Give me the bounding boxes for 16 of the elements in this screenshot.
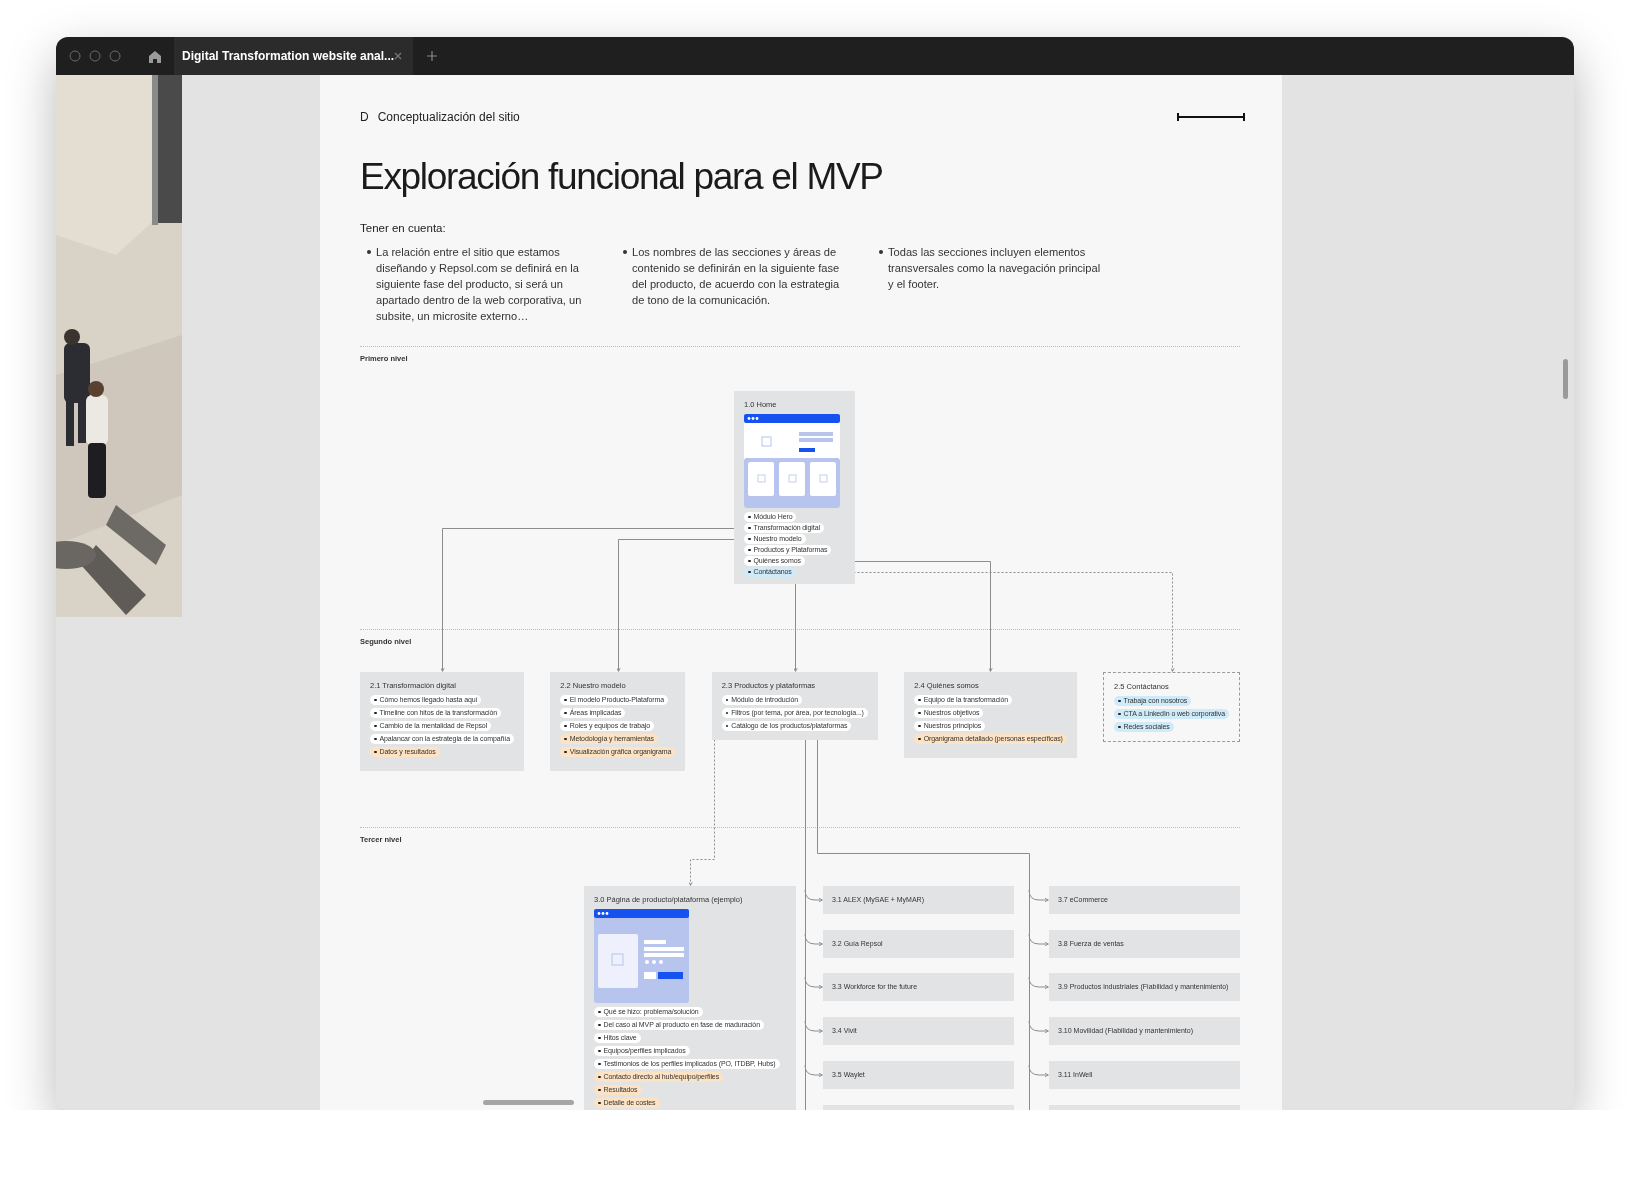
note-text: Los nombres de las secciones y áreas de contenido se definirán en la siguiente fase del producto, de acuerdo con la estrategia de tono de la comunicación.: [623, 244, 851, 308]
note-heading: Tener en cuenta:: [360, 221, 447, 236]
scrollbar[interactable]: [1563, 359, 1568, 399]
section-letter: D: [360, 109, 369, 125]
scrollbar[interactable]: [483, 1100, 574, 1105]
page-title: Exploración funcional para el MVP: [360, 155, 884, 199]
close-icon[interactable]: [394, 52, 403, 60]
window-controls-icon[interactable]: [69, 50, 121, 62]
new-tab-icon[interactable]: [427, 51, 437, 61]
note-text: Todas las secciones incluyen elementos transversales como la navegación principal y el footer.: [879, 244, 1107, 292]
section-title: Conceptualización del sitio: [377, 109, 520, 125]
tab-title: Digital Transformation website anal...: [182, 48, 395, 65]
measure-icon: [1177, 113, 1245, 121]
home-icon[interactable]: [148, 49, 162, 63]
note-text: La relación entre el sitio que estamos diseñando y Repsol.com se definirá en la siguiente fase del producto, si será un apartado dentro de la web corporativa, un subsite, un microsite externo…: [367, 244, 595, 324]
browser-tab[interactable]: Digital Transformation website anal...: [174, 37, 413, 75]
